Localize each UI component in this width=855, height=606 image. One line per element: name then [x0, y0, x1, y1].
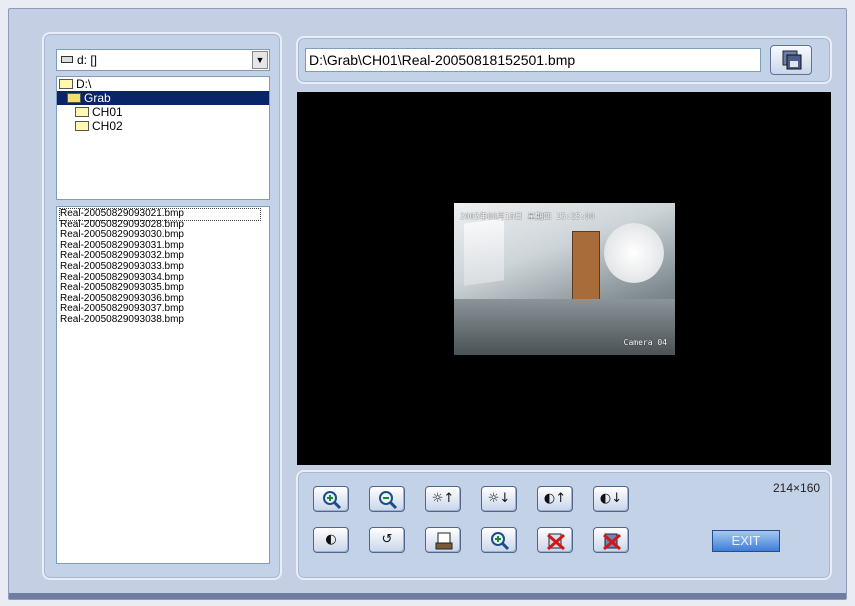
brightness-down-icon: ☼↓	[487, 491, 511, 506]
reset-icon: ↺	[381, 532, 393, 547]
magnifier-minus-icon	[379, 491, 398, 510]
file-list: Real-20050829093021.bmp Real-200508290930…	[56, 206, 270, 564]
preview-camera-label: Camera 04	[623, 338, 667, 347]
list-item[interactable]: Real-20050829093034.bmp	[60, 272, 184, 283]
list-item[interactable]: Real-20050829093028.bmp	[60, 219, 184, 230]
list-item[interactable]: Real-20050829093031.bmp	[60, 240, 184, 251]
list-item[interactable]: Real-20050829093032.bmp	[60, 250, 184, 262]
brightness-up-button[interactable]: ☼↑	[425, 486, 461, 512]
drive-select-value: d: []	[77, 53, 98, 67]
zoom-out-button[interactable]	[369, 486, 405, 512]
list-item[interactable]: Real-20050829093036.bmp	[60, 293, 184, 304]
list-item[interactable]: Real-20050829093030.bmp	[60, 229, 184, 240]
magnifier-plus-icon	[323, 491, 342, 510]
reset-button[interactable]: ↺	[369, 527, 405, 553]
preview-datetime: 2005年08月18日 星期四 15:25:00	[460, 212, 595, 221]
contrast-down-button[interactable]: ◐↓	[593, 486, 629, 512]
path-field[interactable]: D:\Grab\CH01\Real-20050818152501.bmp	[305, 48, 761, 72]
print-icon	[435, 532, 453, 550]
fit-zoom-button[interactable]	[481, 527, 517, 553]
zoom-in-button[interactable]	[313, 486, 349, 512]
list-item[interactable]: Real-20050829093035.bmp	[60, 282, 184, 293]
save-icon	[782, 50, 802, 70]
tree-item[interactable]: CH01	[57, 105, 269, 119]
tree-item[interactable]: CH02	[57, 119, 269, 133]
tree-item-label: CH02	[92, 119, 123, 133]
folder-tree: D:\ Grab CH01 CH02	[56, 76, 270, 200]
tree-item[interactable]: Grab	[57, 91, 269, 105]
exit-button[interactable]: EXIT	[712, 530, 780, 552]
print-button[interactable]	[425, 527, 461, 553]
delete-all-button[interactable]	[593, 527, 629, 553]
list-item[interactable]: Real-20050829093037.bmp	[60, 303, 184, 315]
tree-item-label: D:\	[76, 77, 92, 91]
folder-icon	[59, 78, 73, 89]
magnifier-icon	[491, 532, 510, 551]
chevron-down-icon[interactable]: ▼	[252, 51, 268, 69]
contrast-up-button[interactable]: ◐↑	[537, 486, 573, 512]
contrast-down-icon: ◐↓	[599, 491, 623, 506]
delete-button[interactable]	[537, 527, 573, 553]
contrast-reset-button[interactable]: ◐	[313, 527, 349, 553]
list-item[interactable]: Real-20050829093038.bmp	[60, 314, 184, 325]
contrast-up-icon: ◐↑	[543, 491, 567, 506]
list-item[interactable]: Real-20050829093033.bmp	[60, 261, 184, 272]
folder-icon	[75, 120, 89, 131]
tree-item-label: Grab	[84, 91, 111, 105]
resolution-label: 214×160	[773, 481, 821, 495]
folder-icon	[67, 92, 81, 103]
preview-image: 2005年08月18日 星期四 15:25:00 Camera 04	[454, 203, 675, 355]
folder-icon	[75, 106, 89, 117]
drive-icon	[61, 56, 73, 63]
tree-item-label: CH01	[92, 105, 123, 119]
tree-item[interactable]: D:\	[57, 77, 269, 91]
brightness-down-button[interactable]: ☼↓	[481, 486, 517, 512]
delete-all-icon	[603, 533, 621, 551]
drive-select[interactable]: d: [] ▼	[56, 49, 270, 71]
brightness-up-icon: ☼↑	[431, 491, 455, 506]
contrast-icon: ◐	[325, 532, 337, 547]
save-button[interactable]	[770, 45, 812, 75]
delete-icon	[547, 533, 565, 551]
